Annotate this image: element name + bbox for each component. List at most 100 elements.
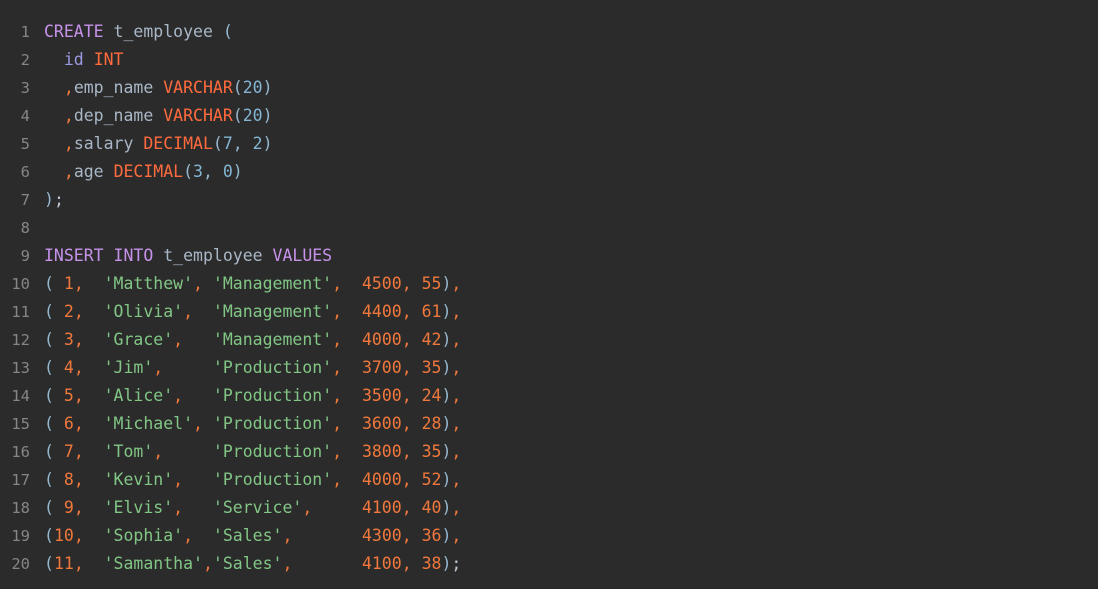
token-comma: , <box>451 442 462 461</box>
token-keyword-into: INTO <box>113 246 154 265</box>
token-value-age: 35 <box>421 358 442 377</box>
token-value-dep-name: 'Sales' <box>212 554 283 573</box>
line-content[interactable]: ( 8, 'Kevin', 'Production', 4000, 52), <box>44 466 461 494</box>
line-content[interactable]: ( 6, 'Michael', 'Production', 3600, 28), <box>44 410 461 438</box>
token-comma: , <box>401 498 422 517</box>
token-paren-open: ( <box>183 162 194 181</box>
line-content[interactable]: ,age DECIMAL(3, 0) <box>44 158 243 186</box>
line-content[interactable]: (11, 'Samantha','Sales', 4100, 38); <box>44 550 461 578</box>
token-value-dep-name: 'Management' <box>212 274 333 293</box>
line-content[interactable]: id INT <box>44 46 124 74</box>
line-number: 2 <box>20 51 30 69</box>
token-paren-close: ) <box>441 470 452 489</box>
token-paren-open: ( <box>222 22 233 41</box>
code-line[interactable]: 17 ( 8, 'Kevin', 'Production', 4000, 52), <box>0 466 1098 494</box>
token-value-salary: 4100 <box>361 498 402 517</box>
token-paren-close: ) <box>441 442 452 461</box>
token-value-dep-name: 'Production' <box>212 470 333 489</box>
code-line[interactable]: 7 ); <box>0 186 1098 214</box>
line-content[interactable]: ( 1, 'Matthew', 'Management', 4500, 55), <box>44 270 461 298</box>
token-column-name: emp_name <box>73 78 154 97</box>
line-content[interactable]: ,dep_name VARCHAR(20) <box>44 102 273 130</box>
code-line[interactable]: 2 id INT <box>0 46 1098 74</box>
token-comma: , <box>401 386 422 405</box>
code-line[interactable]: 6 ,age DECIMAL(3, 0) <box>0 158 1098 186</box>
code-line[interactable]: 13 ( 4, 'Jim', 'Production', 3700, 35), <box>0 354 1098 382</box>
code-line[interactable]: 4 ,dep_name VARCHAR(20) <box>0 102 1098 130</box>
line-content[interactable]: ( 3, 'Grace', 'Management', 4000, 42), <box>44 326 461 354</box>
token-keyword: CREATE <box>44 22 104 41</box>
token-paren-open: ( <box>232 78 243 97</box>
line-content[interactable]: ( 5, 'Alice', 'Production', 3500, 24), <box>44 382 461 410</box>
line-content[interactable]: ( 4, 'Jim', 'Production', 3700, 35), <box>44 354 461 382</box>
token-paren-close: ) <box>441 330 452 349</box>
token-comma: , <box>451 274 462 293</box>
token-paren-close: ) <box>441 526 452 545</box>
code-line[interactable]: 15 ( 6, 'Michael', 'Production', 3600, 28… <box>0 410 1098 438</box>
token-value-dep-name: 'Production' <box>212 442 333 461</box>
token-value-id: 6 <box>53 414 74 433</box>
code-line[interactable]: 11 ( 2, 'Olivia', 'Management', 4400, 61)… <box>0 298 1098 326</box>
token-value-emp-name: 'Tom' <box>103 442 154 461</box>
token-comma: , <box>73 386 104 405</box>
code-line[interactable]: 1 CREATE t_employee ( <box>0 18 1098 46</box>
token-scale: 0 <box>222 162 233 181</box>
token-comma: , <box>73 526 104 545</box>
line-number: 16 <box>11 443 30 461</box>
token-paren-open: ( <box>232 106 243 125</box>
token-value-id: 2 <box>53 302 74 321</box>
token-value-age: 61 <box>421 302 442 321</box>
code-line[interactable]: 9 INSERT INTO t_employee VALUES <box>0 242 1098 270</box>
line-content[interactable]: ,emp_name VARCHAR(20) <box>44 74 273 102</box>
code-line-blank[interactable]: 8 <box>0 214 1098 242</box>
token-comma: , <box>401 526 422 545</box>
code-line[interactable]: 12 ( 3, 'Grace', 'Management', 4000, 42), <box>0 326 1098 354</box>
line-number: 8 <box>20 219 30 237</box>
sql-code-editor[interactable]: 1 CREATE t_employee ( 2 id INT 3 ,emp_na… <box>0 0 1098 589</box>
token-value-id: 5 <box>53 386 74 405</box>
token-value-emp-name: 'Elvis' <box>103 498 174 517</box>
line-content[interactable]: ); <box>44 186 64 214</box>
token-value-dep-name: 'Production' <box>212 386 333 405</box>
code-line[interactable]: 16 ( 7, 'Tom', 'Production', 3800, 35), <box>0 438 1098 466</box>
token-comma: , <box>401 442 422 461</box>
line-content[interactable]: ,salary DECIMAL(7, 2) <box>44 130 273 158</box>
token-scale: 2 <box>252 134 263 153</box>
line-content[interactable]: ( 2, 'Olivia', 'Management', 4400, 61), <box>44 298 461 326</box>
token-comma: , <box>193 274 213 293</box>
code-line[interactable]: 19 (10, 'Sophia', 'Sales', 4300, 36), <box>0 522 1098 550</box>
token-paren-open: ( <box>44 442 54 461</box>
token-value-id: 8 <box>53 470 74 489</box>
code-line[interactable]: 20 (11, 'Samantha','Sales', 4100, 38); <box>0 550 1098 578</box>
code-line[interactable]: 3 ,emp_name VARCHAR(20) <box>0 74 1098 102</box>
token-comma: , <box>282 554 362 573</box>
line-number: 15 <box>11 415 30 433</box>
token-value-dep-name: 'Management' <box>212 330 333 349</box>
code-line[interactable]: 14 ( 5, 'Alice', 'Production', 3500, 24), <box>0 382 1098 410</box>
token-datatype: VARCHAR <box>163 78 233 97</box>
token-comma: , <box>193 414 213 433</box>
token-value-emp-name: 'Olivia' <box>103 302 184 321</box>
token-comma: , <box>282 526 362 545</box>
token-paren-open: ( <box>44 302 54 321</box>
token-comma: , <box>202 554 213 573</box>
line-number: 14 <box>11 387 30 405</box>
line-content[interactable]: INSERT INTO t_employee VALUES <box>44 242 332 270</box>
code-line[interactable]: 10 ( 1, 'Matthew', 'Management', 4500, 55… <box>0 270 1098 298</box>
line-content[interactable]: (10, 'Sophia', 'Sales', 4300, 36), <box>44 522 461 550</box>
token-keyword-insert: INSERT <box>44 246 104 265</box>
line-content[interactable]: ( 9, 'Elvis', 'Service', 4100, 40), <box>44 494 461 522</box>
token-comma: , <box>332 470 362 489</box>
line-number: 13 <box>11 359 30 377</box>
token-datatype: VARCHAR <box>163 106 233 125</box>
line-content[interactable]: ( 7, 'Tom', 'Production', 3800, 35), <box>44 438 461 466</box>
token-value-dep-name: 'Production' <box>212 414 333 433</box>
token-value-salary: 4500 <box>361 274 402 293</box>
line-content[interactable]: CREATE t_employee ( <box>44 18 233 46</box>
token-value-id: 9 <box>53 498 74 517</box>
code-line[interactable]: 18 ( 9, 'Elvis', 'Service', 4100, 40), <box>0 494 1098 522</box>
token-value-id: 3 <box>53 330 74 349</box>
code-line[interactable]: 5 ,salary DECIMAL(7, 2) <box>0 130 1098 158</box>
token-comma: , <box>332 302 362 321</box>
